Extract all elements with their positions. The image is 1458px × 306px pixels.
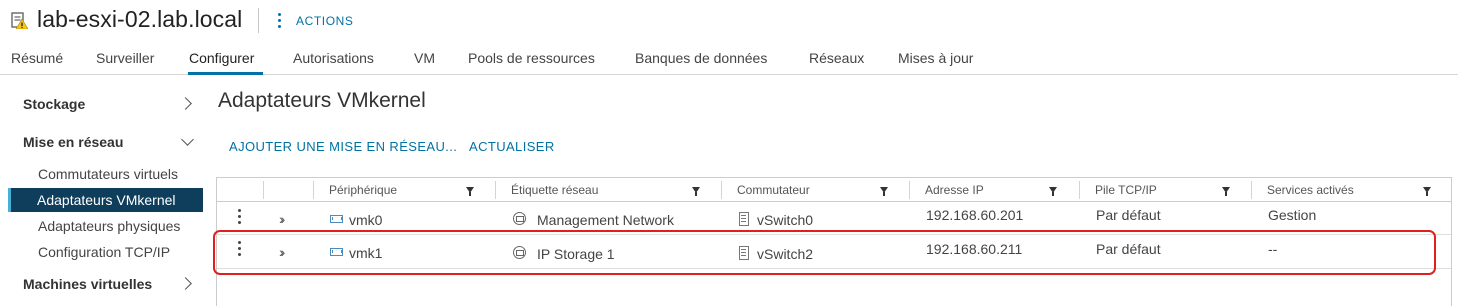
column-divider [263,181,264,199]
tab-updates[interactable]: Mises à jour [898,50,973,66]
filter-icon[interactable] [1423,187,1431,196]
cell-switch[interactable]: vSwitch0 [757,212,813,228]
column-header-ip-address[interactable]: Adresse IP [925,183,984,197]
filter-icon[interactable] [466,187,474,196]
chevron-down-icon[interactable] [181,133,194,146]
cell-ip-address: 192.168.60.201 [926,207,1024,223]
filter-icon[interactable] [1049,187,1057,196]
cell-services: Gestion [1268,207,1317,223]
filter-icon[interactable] [880,187,888,196]
kebab-vertical-icon[interactable] [276,12,282,30]
column-divider [313,181,314,199]
sidebar-section-virtual-machines[interactable]: Machines virtuelles [23,276,152,292]
cell-tcpip-stack: Par défaut [1096,207,1161,223]
tab-configure[interactable]: Configurer [189,50,254,66]
tab-vms[interactable]: VM [414,50,435,66]
host-title: lab-esxi-02.lab.local [37,6,243,32]
host-warning-icon [11,12,28,29]
tab-resource-pools[interactable]: Pools de ressources [468,50,595,66]
sidebar-active-indicator [8,188,11,212]
cell-device[interactable]: vmk0 [349,212,382,228]
chevron-right-icon[interactable] [179,97,192,110]
chevron-right-icon[interactable] [179,277,192,290]
column-divider [495,181,496,199]
column-divider [909,181,910,199]
column-divider [1079,181,1080,199]
header-divider [258,8,259,33]
nic-icon [330,215,343,223]
column-header-device[interactable]: Périphérique [329,183,397,197]
sidebar-item-physical-adapters[interactable]: Adaptateurs physiques [38,218,180,234]
actions-button[interactable]: ACTIONS [296,14,354,28]
row-actions-icon[interactable] [238,209,242,225]
sidebar-item-tcpip-config[interactable]: Configuration TCP/IP [38,244,170,260]
active-tab-indicator [188,72,263,75]
grid-header: Périphérique Étiquette réseau Commutateu… [217,178,1451,202]
filter-icon[interactable] [692,187,700,196]
sidebar-section-networking[interactable]: Mise en réseau [23,134,123,150]
column-divider [721,181,722,199]
tab-summary[interactable]: Résumé [11,50,63,66]
column-header-network-label[interactable]: Étiquette réseau [511,183,598,197]
tab-networks[interactable]: Réseaux [809,50,864,66]
add-networking-button[interactable]: AJOUTER UNE MISE EN RÉSEAU... [229,139,457,154]
column-header-tcpip-stack[interactable]: Pile TCP/IP [1095,183,1157,197]
sidebar-item-vmkernel-adapters[interactable]: Adaptateurs VMkernel [37,192,176,208]
refresh-button[interactable]: ACTUALISER [469,139,555,154]
network-icon [513,212,526,225]
page-title: Adaptateurs VMkernel [218,89,426,112]
filter-icon[interactable] [1222,187,1230,196]
column-header-switch[interactable]: Commutateur [737,183,810,197]
tab-monitor[interactable]: Surveiller [96,50,154,66]
tab-bar: Résumé Surveiller Configurer Autorisatio… [0,45,1458,75]
sidebar-item-virtual-switches[interactable]: Commutateurs virtuels [38,166,178,182]
sidebar-section-storage[interactable]: Stockage [23,96,85,112]
expand-row-icon[interactable]: ›› [279,211,286,227]
tab-permissions[interactable]: Autorisations [293,50,374,66]
switch-icon [739,212,749,226]
column-header-services[interactable]: Services activés [1267,183,1354,197]
cell-network-label[interactable]: Management Network [537,212,674,228]
highlight-annotation [213,230,1436,275]
tab-datastores[interactable]: Banques de données [635,50,767,66]
column-divider [1251,181,1252,199]
